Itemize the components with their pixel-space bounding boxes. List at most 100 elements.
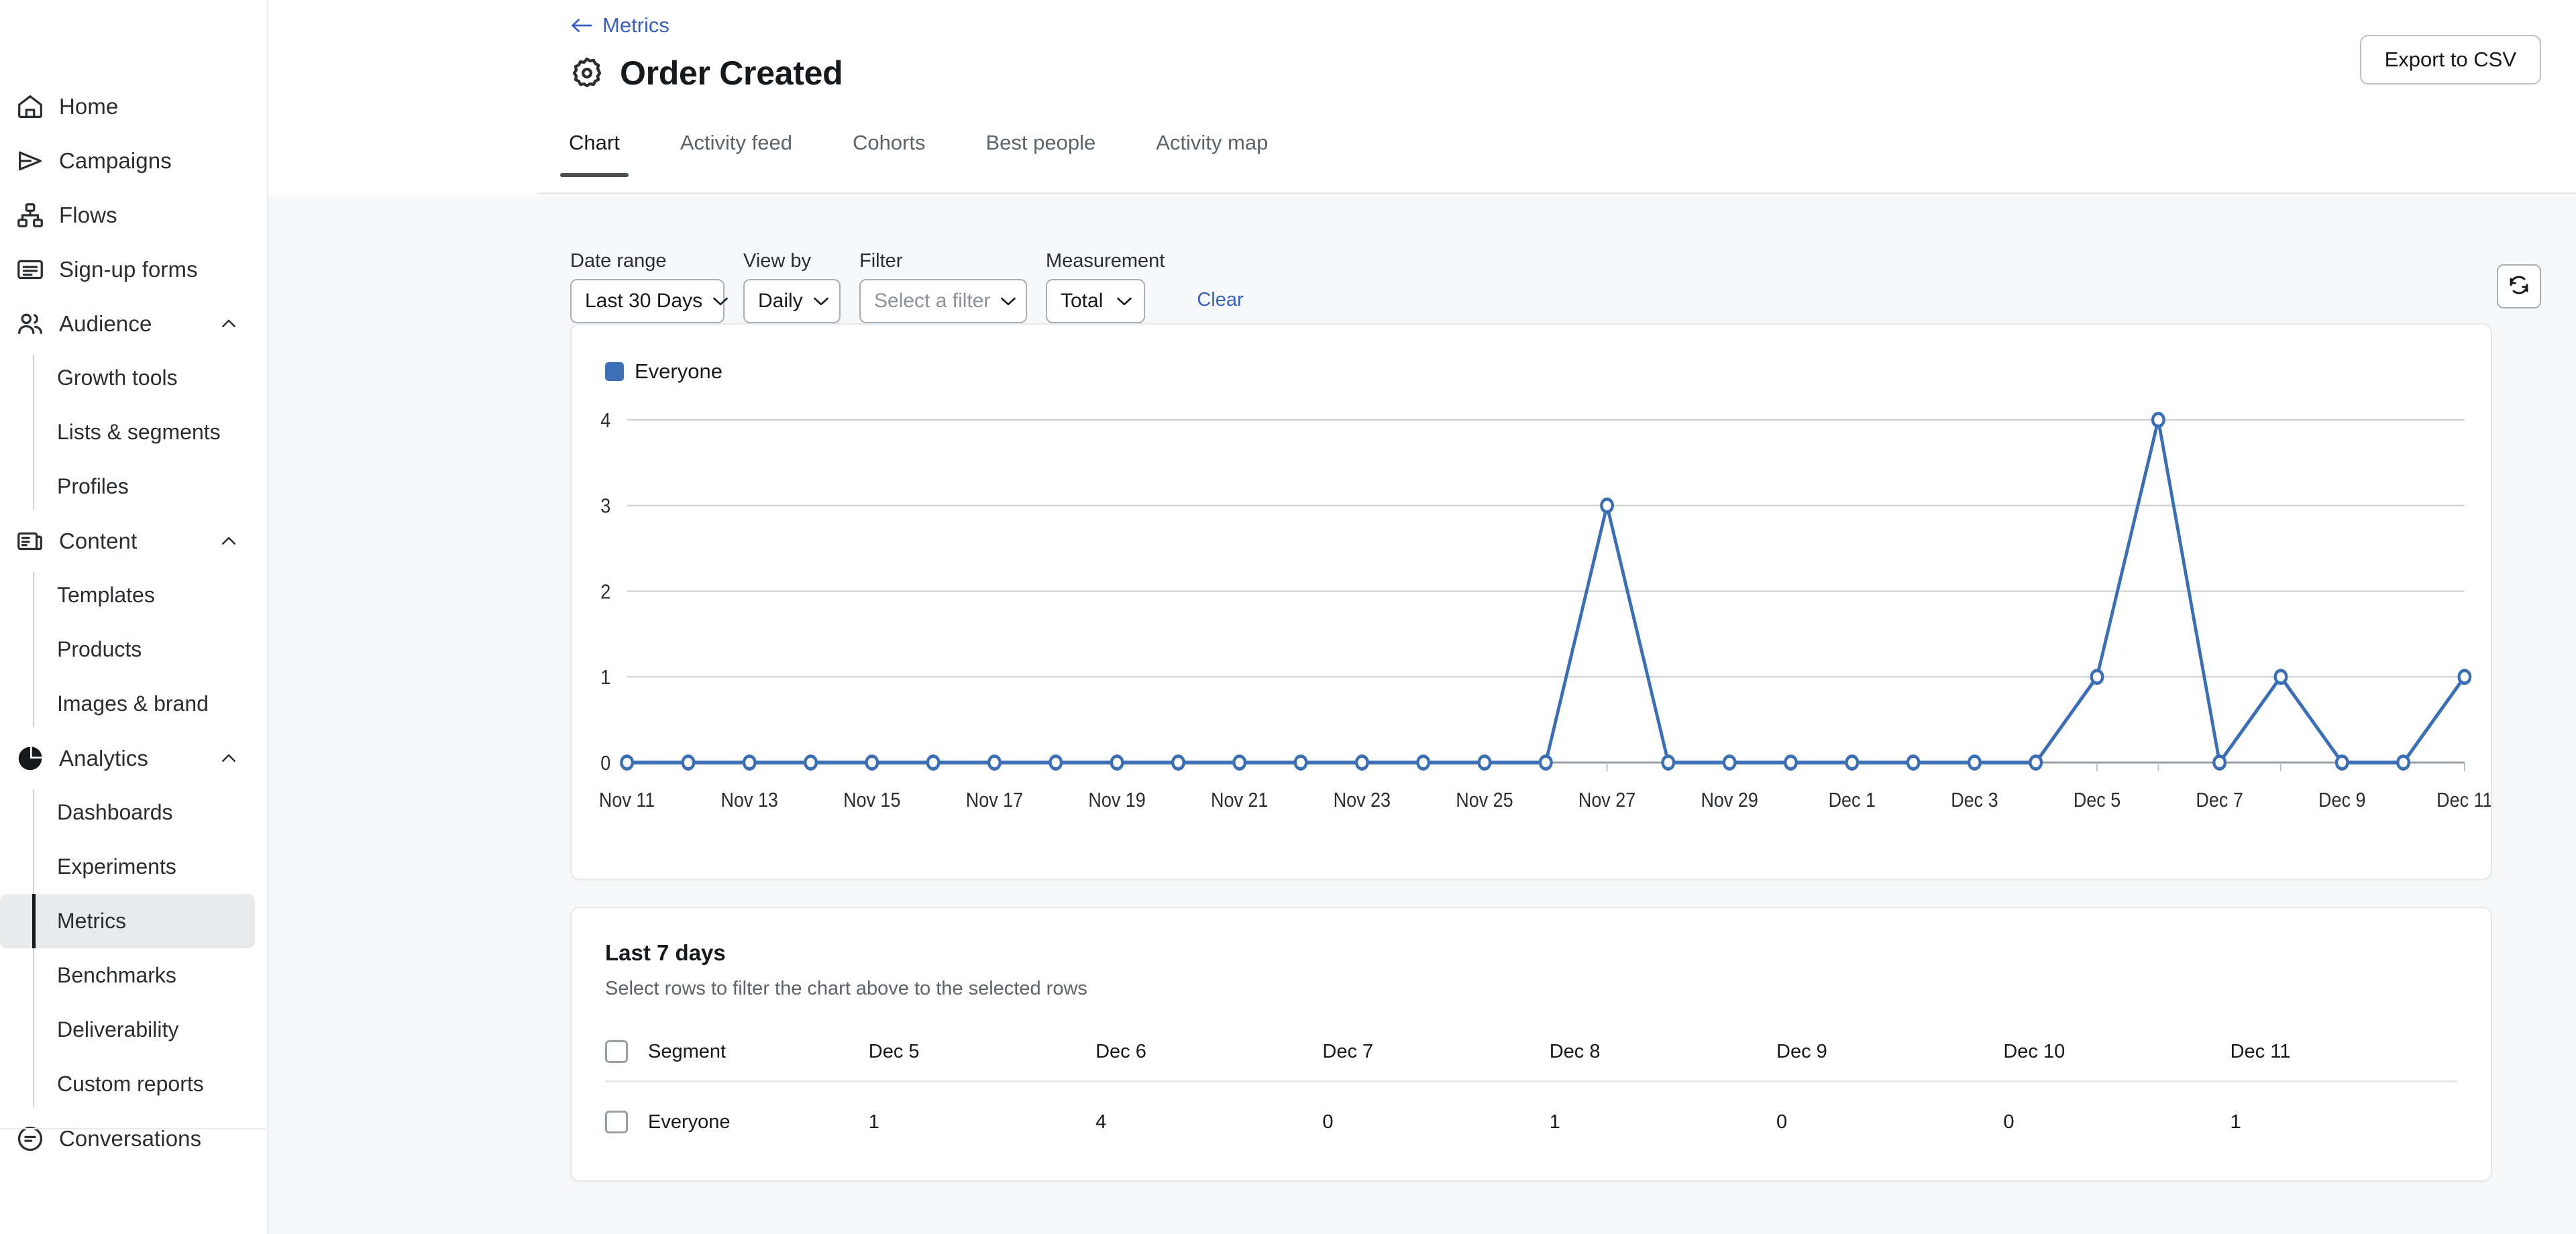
sidebar-item-flows[interactable]: Flows [0,188,267,242]
sidebar-group-analytics[interactable]: Analytics [0,731,267,785]
breadcrumb[interactable]: Metrics [570,13,669,38]
home-icon [15,91,46,122]
sidebar-item-metrics[interactable]: Metrics [0,894,255,948]
sidebar-item-label: Growth tools [57,366,178,390]
view-by-select[interactable]: Daily [743,279,841,323]
sidebar-item-label: Lists & segments [57,420,221,444]
sidebar-item-templates[interactable]: Templates [0,568,255,622]
th-dec-10: Dec 10 [2003,1040,2231,1082]
page-title-row: Order Created [569,54,843,93]
page-title: Order Created [620,54,843,92]
filter-bar: Date range Last 30 Days View by Daily Fi… [268,196,2576,323]
measurement-select[interactable]: Total [1046,279,1145,323]
sidebar-item-lists-segments[interactable]: Lists & segments [0,405,255,459]
refresh-button[interactable] [2497,264,2541,308]
sidebar: Home Campaigns Flows Sign-up forms Audie… [0,0,268,1234]
last-7-days-card: Last 7 days Select rows to filter the ch… [570,907,2492,1182]
td-dec-5: 1 [868,1111,879,1133]
sidebar-item-label: Campaigns [59,148,172,173]
svg-text:Nov 27: Nov 27 [1578,789,1635,811]
svg-text:Nov 21: Nov 21 [1211,789,1268,811]
table-title: Last 7 days [605,940,726,965]
table-row[interactable]: Everyone 1 4 0 1 0 0 1 [605,1082,2457,1133]
sidebar-item-label: Audience [59,311,152,336]
chart-legend: Everyone [572,359,2491,384]
sidebar-item-products[interactable]: Products [0,622,255,677]
filter-placeholder: Select a filter [874,290,991,312]
svg-text:Dec 9: Dec 9 [2318,789,2365,811]
line-chart[interactable]: 0 1 2 3 4 Nov 11 Nov 13 Nov 15 Nov 17 Nov 19 Nov 2… [572,397,2491,840]
sidebar-item-label: Deliverability [57,1017,179,1042]
sidebar-subgroup-analytics: Dashboards Experiments Metrics Benchmark… [0,785,267,1111]
sidebar-item-custom-reports[interactable]: Custom reports [0,1057,255,1111]
td-dec-8: 1 [1549,1111,1560,1133]
sidebar-item-label: Content [59,528,138,553]
date-range-field: Date range Last 30 Days [570,250,728,323]
table-subtitle: Select rows to filter the chart above to… [605,978,1087,999]
sidebar-item-label: Benchmarks [57,963,176,987]
th-dec-8: Dec 8 [1549,1040,1777,1082]
sidebar-item-label: Dashboards [57,800,173,824]
chevron-up-icon [219,314,239,334]
sidebar-group-content[interactable]: Content [0,514,267,568]
svg-text:Nov 15: Nov 15 [843,789,900,811]
sidebar-item-dashboards[interactable]: Dashboards [0,785,255,840]
th-dec-9: Dec 9 [1776,1040,2004,1082]
row-checkbox[interactable] [605,1111,628,1133]
arrow-left-icon [570,17,593,34]
chevron-down-icon [712,296,729,306]
row-segment-label: Everyone [648,1111,731,1133]
svg-text:4: 4 [600,409,610,432]
td-dec-9: 0 [1776,1111,1788,1133]
clear-filters-link[interactable]: Clear [1197,289,1243,311]
view-by-value: Daily [758,290,803,312]
sidebar-item-deliverability[interactable]: Deliverability [0,1003,255,1057]
measurement-field: Measurement Total [1046,250,1165,323]
sidebar-item-home[interactable]: Home [0,79,267,133]
svg-text:Dec 5: Dec 5 [2074,789,2121,811]
svg-text:Nov 25: Nov 25 [1456,789,1513,811]
tab-chart[interactable]: Chart [560,131,629,177]
page-content: Date range Last 30 Days View by Daily Fi… [268,196,2576,1234]
svg-text:Dec 1: Dec 1 [1829,789,1876,811]
sidebar-item-experiments[interactable]: Experiments [0,840,255,894]
td-dec-10: 0 [2003,1111,2015,1133]
sidebar-subgroup-content: Templates Products Images & brand [0,568,267,731]
sidebar-item-label: Profiles [57,474,129,498]
sidebar-item-growth-tools[interactable]: Growth tools [0,351,255,405]
sidebar-item-campaigns[interactable]: Campaigns [0,133,267,188]
breadcrumb-label: Metrics [602,13,669,37]
sidebar-item-benchmarks[interactable]: Benchmarks [0,948,255,1003]
svg-text:Dec 11: Dec 11 [2436,789,2491,811]
sidebar-item-label: Sign-up forms [59,256,198,282]
filter-select[interactable]: Select a filter [859,279,1027,323]
chart-card: Everyone 0 1 2 3 4 Nov 11 Nov 13 Nov 15 Nov 17 No… [570,323,2492,880]
sidebar-group-audience[interactable]: Audience [0,296,267,351]
svg-text:Dec 3: Dec 3 [1951,789,1998,811]
th-segment: Segment [605,1040,869,1082]
svg-text:Nov 17: Nov 17 [966,789,1023,811]
send-icon [15,146,46,176]
svg-text:Nov 23: Nov 23 [1334,789,1391,811]
sidebar-subgroup-audience: Growth tools Lists & segments Profiles [0,351,267,514]
view-by-label: View by [743,250,812,272]
chevron-up-icon [219,748,239,769]
date-range-select[interactable]: Last 30 Days [570,279,728,323]
tab-activity-map[interactable]: Activity map [1156,131,1268,177]
page-header: Metrics Order Created Export to CSV Char… [268,0,2576,196]
svg-text:3: 3 [600,495,610,518]
export-to-csv-button[interactable]: Export to CSV [2359,35,2541,85]
sidebar-item-profiles[interactable]: Profiles [0,459,255,514]
legend-swatch [605,362,624,381]
sidebar-item-images-brand[interactable]: Images & brand [0,677,255,731]
sidebar-item-conversations[interactable]: Conversations [0,1111,267,1166]
tab-activity-feed[interactable]: Activity feed [680,131,792,177]
date-range-label: Date range [570,250,667,272]
tab-best-people[interactable]: Best people [985,131,1095,177]
sidebar-item-label: Products [57,637,142,661]
sidebar-item-signup-forms[interactable]: Sign-up forms [0,242,267,296]
people-icon [15,308,46,339]
select-all-checkbox[interactable] [605,1040,628,1063]
tab-cohorts[interactable]: Cohorts [853,131,926,177]
sidebar-item-label: Analytics [59,745,148,771]
